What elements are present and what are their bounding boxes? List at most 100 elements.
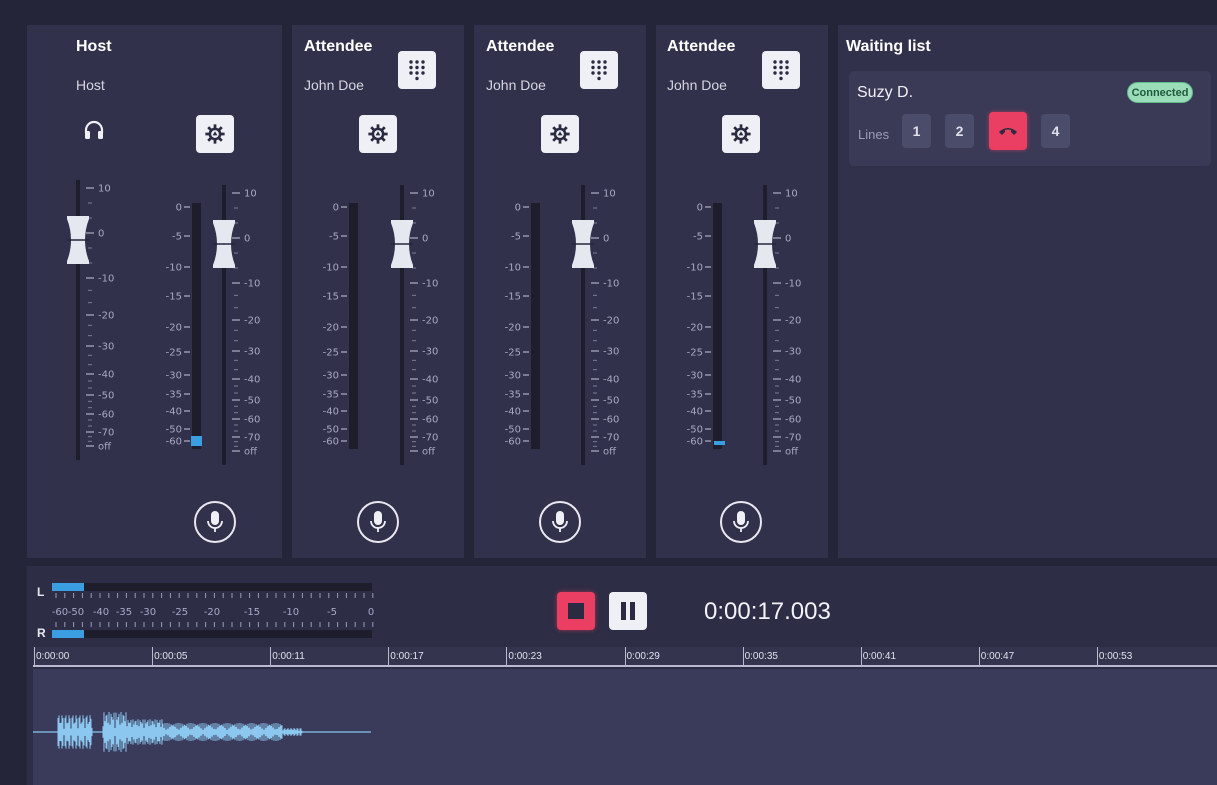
timeline-label: 0:00:53 (1098, 651, 1133, 662)
meter-scale-label: -60 (687, 437, 703, 448)
status-badge: Connected (1127, 82, 1193, 103)
meter-scale-label: -10 (505, 263, 521, 274)
phone-hangup-icon (999, 128, 1017, 135)
microphone-icon (552, 511, 568, 532)
pause-button[interactable] (609, 592, 647, 630)
fader-scale-label: 0 (422, 234, 428, 245)
master-scale-label: -30 (140, 607, 156, 618)
meter-scale-label: -5 (511, 232, 521, 243)
pause-icon (621, 602, 635, 620)
fader-scale-label: 0 (603, 234, 609, 245)
fader-scale-label: 10 (603, 189, 616, 200)
master-scale-label: 0 (368, 607, 374, 618)
fader-scale-label: 10 (422, 189, 435, 200)
fader-scale-label: off (785, 447, 799, 458)
fader-scale-label: -20 (785, 316, 801, 327)
microphone-icon (733, 511, 749, 532)
fader-scale-label: -50 (422, 396, 438, 407)
timeline-tick (388, 647, 390, 667)
timeline-label: 0:00:23 (508, 651, 542, 662)
meter-scale-label: 0 (515, 203, 521, 214)
right-meter-track (52, 630, 372, 638)
timeline-label: 0:00:29 (626, 651, 660, 662)
timeline-tick (860, 647, 862, 667)
caller-card[interactable]: Suzy D. Connected Lines 1 2 4 (849, 71, 1211, 166)
timeline-tick (506, 647, 508, 667)
fader-scale-label: -60 (603, 415, 619, 426)
fader-scale-label: -60 (785, 415, 801, 426)
master-scale-label: -10 (283, 607, 299, 618)
meter-scale-label: 0 (697, 203, 703, 214)
fader-scale-label: off (422, 447, 436, 458)
timeline-tick (152, 647, 154, 667)
fader-scale-label: -60 (422, 415, 438, 426)
meter-scale-label: -30 (505, 371, 521, 382)
left-meter-level (52, 583, 84, 591)
fader-scale-label: -70 (422, 433, 438, 444)
timeline-tick (624, 647, 626, 667)
meter-scale-label: -25 (687, 348, 703, 359)
caller-name: Suzy D. (857, 84, 914, 101)
line-2-button[interactable]: 2 (945, 114, 974, 148)
meter-scale-label: -25 (505, 348, 521, 359)
fader-scale-label: -50 (785, 396, 801, 407)
master-scale-label: -25 (172, 607, 188, 618)
meter-scale-label: -50 (505, 425, 521, 436)
meter-scale-label: -15 (505, 292, 521, 303)
fader-scale-label: off (603, 447, 617, 458)
master-scale-label: -5 (327, 607, 337, 618)
level-meter-track (531, 203, 540, 449)
timeline-tick (1096, 647, 1098, 667)
master-scale-label: -15 (244, 607, 260, 618)
fader-scale-label: -50 (603, 396, 619, 407)
fader-scale-label: -10 (603, 279, 619, 290)
master-scale-label: -40 (93, 607, 109, 618)
timeline-label: 0:00:00 (36, 651, 70, 662)
line-4-button[interactable]: 4 (1041, 114, 1070, 148)
meter-scale-label: -20 (687, 323, 703, 334)
fader-scale-label: -20 (603, 316, 619, 327)
meter-scale-label: -35 (687, 390, 703, 401)
master-scale-label: -50 (68, 607, 84, 618)
fader-scale-label: -10 (422, 279, 438, 290)
meter-scale-label: -40 (505, 407, 521, 418)
timeline-tick (270, 647, 272, 667)
meter-scale-label: -35 (505, 390, 521, 401)
timeline-tick (34, 647, 35, 667)
recording-timer: 0:00:17.003 (704, 598, 831, 625)
line-1-button[interactable]: 1 (902, 114, 931, 148)
right-meter-level (52, 630, 84, 638)
mute-mic-button[interactable] (539, 501, 581, 543)
meter-scale-label: -20 (505, 323, 521, 334)
meter-scale-label: -50 (687, 425, 703, 436)
master-level-meter: -60 -50 -40 -35 -30 -25 -20 -15 -10 -5 0 (52, 583, 374, 638)
lines-label: Lines (858, 127, 890, 142)
fader-scale-label: -70 (785, 433, 801, 444)
fader-scale-label: -30 (785, 347, 801, 358)
meter-scale-label: -10 (687, 263, 703, 274)
timeline-label: 0:00:17 (390, 651, 424, 662)
meter-scale-label: -60 (505, 437, 521, 448)
fader-scale-label: 10 (785, 189, 798, 200)
left-meter-track (52, 583, 372, 591)
stop-icon (568, 603, 584, 619)
hangup-button[interactable] (989, 112, 1027, 150)
waiting-list-title: Waiting list (846, 38, 931, 55)
timeline-label: 0:00:47 (980, 651, 1015, 662)
fader-scale-label: -30 (422, 347, 438, 358)
meter-scale-label: -15 (687, 292, 703, 303)
audio-waveform (33, 712, 371, 752)
master-scale-label: -60 (52, 607, 68, 618)
fader-scale-label: 0 (785, 234, 791, 245)
fader-scale-label: -70 (603, 433, 619, 444)
timeline-label: 0:00:11 (272, 651, 305, 662)
mute-mic-button[interactable] (720, 501, 762, 543)
level-meter-track (713, 203, 722, 449)
fader-scale-label: -40 (785, 375, 801, 386)
meter-scale-label: -40 (687, 407, 703, 418)
timeline-label: 0:00:05 (154, 651, 188, 662)
master-scale-label: -35 (116, 607, 132, 618)
stop-record-button[interactable] (557, 592, 595, 630)
fader-scale-label: -20 (422, 316, 438, 327)
fader-scale-label: -30 (603, 347, 619, 358)
